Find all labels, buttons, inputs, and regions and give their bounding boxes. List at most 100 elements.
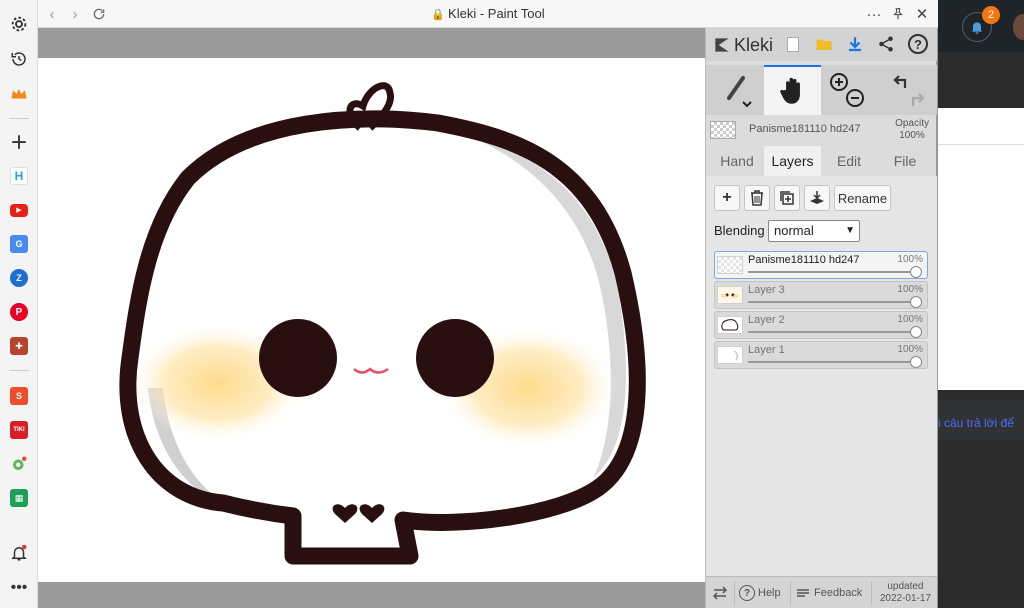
tiki-icon[interactable]: TIKI (7, 418, 31, 442)
open-folder-icon[interactable] (812, 32, 836, 56)
settings-icon[interactable] (7, 12, 31, 36)
hand-icon (779, 77, 800, 104)
translate-icon[interactable]: G (7, 232, 31, 256)
tab-file[interactable]: File (877, 146, 933, 176)
add-layer-button[interactable]: + (714, 185, 740, 211)
trash-icon (751, 190, 763, 206)
close-icon[interactable]: ✕ (912, 4, 932, 24)
layer-name: Layer 1 (748, 344, 785, 356)
layer-opacity-slider[interactable] (748, 361, 918, 363)
app-blue-icon[interactable]: Z (7, 266, 31, 290)
zoom-out-icon[interactable] (846, 89, 864, 107)
feedback-button[interactable]: Feedback (796, 577, 862, 608)
rename-layer-button[interactable]: Rename (834, 185, 891, 211)
kleki-logo-text: Kleki (734, 34, 774, 55)
title-bar: ‹ › 🔒 Kleki - Paint Tool ··· ✕ (38, 0, 938, 28)
layer-name: Layer 2 (748, 314, 785, 326)
wheel-icon[interactable] (7, 452, 31, 476)
layer-row[interactable]: Layer 2 100% (714, 311, 928, 339)
slider-handle[interactable] (910, 356, 922, 368)
background-content (938, 108, 1024, 390)
redo-icon[interactable] (911, 93, 925, 106)
share-icon[interactable] (874, 32, 898, 56)
notification-badge: 2 (982, 6, 1000, 24)
layer-thumbnail (717, 286, 743, 304)
shield-app-icon[interactable]: ✚ (7, 334, 31, 358)
layer-opacity: 100% (897, 344, 923, 355)
help-icon: ? (739, 585, 755, 601)
undo-redo-tools (880, 65, 934, 115)
shopee-label: S (10, 387, 28, 405)
layer-row[interactable]: Panisme181110 hd247 100% (714, 251, 928, 279)
panel-footer: ? Help Feedback updated 2022-01-17 (706, 576, 937, 608)
zoom-in-icon[interactable] (830, 73, 848, 91)
new-file-icon[interactable] (781, 32, 805, 56)
layer-row[interactable]: Layer 1 100% (714, 341, 928, 369)
canvas-artwork (119, 82, 646, 565)
duplicate-icon (780, 191, 794, 205)
hand-tool[interactable] (764, 65, 821, 115)
crown-icon[interactable] (7, 82, 31, 106)
download-icon[interactable] (843, 32, 867, 56)
layer-row[interactable]: Layer 3 100% (714, 281, 928, 309)
duplicate-layer-button[interactable] (774, 185, 800, 211)
layer-opacity-slider[interactable] (748, 301, 918, 303)
delete-layer-button[interactable] (744, 185, 770, 211)
sidebar-divider (9, 370, 29, 371)
right-eye (416, 319, 494, 397)
add-icon[interactable] (7, 130, 31, 154)
layer-opacity-slider[interactable] (748, 331, 918, 333)
slider-handle[interactable] (910, 266, 922, 278)
layer-opacity: 100% (897, 254, 923, 265)
undo-icon[interactable] (893, 75, 907, 88)
brush-tool[interactable] (710, 65, 764, 115)
history-icon[interactable] (7, 47, 31, 71)
tab-layers[interactable]: Layers (764, 146, 821, 176)
tool-panel: Kleki ? Panisme181110 hd247 Opacity 100%… (705, 28, 937, 608)
canvas-area[interactable] (38, 28, 705, 608)
tab-edit[interactable]: Edit (821, 146, 877, 176)
layers-panel: + Rename Blending normal ▼ Panisme181110… (706, 176, 937, 576)
swap-sides-icon[interactable] (712, 577, 728, 608)
help-button[interactable]: ? Help (739, 577, 781, 608)
slider-handle[interactable] (910, 326, 922, 338)
avatar[interactable] (1013, 14, 1024, 40)
notifications-icon[interactable] (7, 541, 31, 565)
background-divider (938, 144, 1024, 145)
feedback-icon (797, 589, 809, 597)
background-page: 2 i câu trả lời để (938, 0, 1024, 608)
sheets-icon[interactable]: ▦ (7, 486, 31, 510)
paint-tool-window: ‹ › 🔒 Kleki - Paint Tool ··· ✕ Kleki ? P… (38, 0, 938, 608)
help-label: Help (758, 587, 781, 599)
layer-opacity: 100% (897, 314, 923, 325)
background-snippet[interactable]: i câu trả lời để (938, 416, 1024, 430)
shopee-icon[interactable]: S (7, 384, 31, 408)
window-title-text: Kleki - Paint Tool (448, 6, 545, 21)
layer-thumbnail (717, 346, 743, 364)
more-icon[interactable]: ••• (7, 576, 31, 600)
updated-info: updated 2022-01-17 (880, 581, 931, 605)
blending-select[interactable]: normal ▼ (768, 220, 860, 242)
youtube-icon[interactable]: ▶ (7, 198, 31, 222)
pin-icon[interactable] (888, 4, 908, 24)
pinterest-icon[interactable]: P (7, 300, 31, 324)
footer-divider (734, 581, 735, 605)
help-circle-icon[interactable]: ? (906, 32, 930, 56)
tab-hand[interactable]: Hand (710, 146, 764, 176)
slider-handle[interactable] (910, 296, 922, 308)
kleki-logo[interactable]: Kleki (712, 33, 773, 57)
app-h-icon[interactable]: H (7, 164, 31, 188)
updated-date: 2022-01-17 (879, 593, 931, 604)
plus-icon: + (722, 189, 732, 206)
browser-sidebar: H ▶ G Z P ✚ S TIKI ▦ ••• (0, 0, 38, 608)
merge-down-button[interactable] (804, 185, 830, 211)
tool-row (706, 65, 937, 115)
layer-opacity-slider[interactable] (748, 271, 918, 273)
footer-divider (871, 581, 872, 605)
more-options-icon[interactable]: ··· (864, 4, 884, 24)
layer-name: Panisme181110 hd247 (748, 254, 860, 266)
drawing-canvas[interactable] (38, 58, 705, 582)
layer-name: Layer 3 (748, 284, 785, 296)
window-title: 🔒 Kleki - Paint Tool (38, 6, 938, 21)
brush-icon (727, 76, 752, 108)
